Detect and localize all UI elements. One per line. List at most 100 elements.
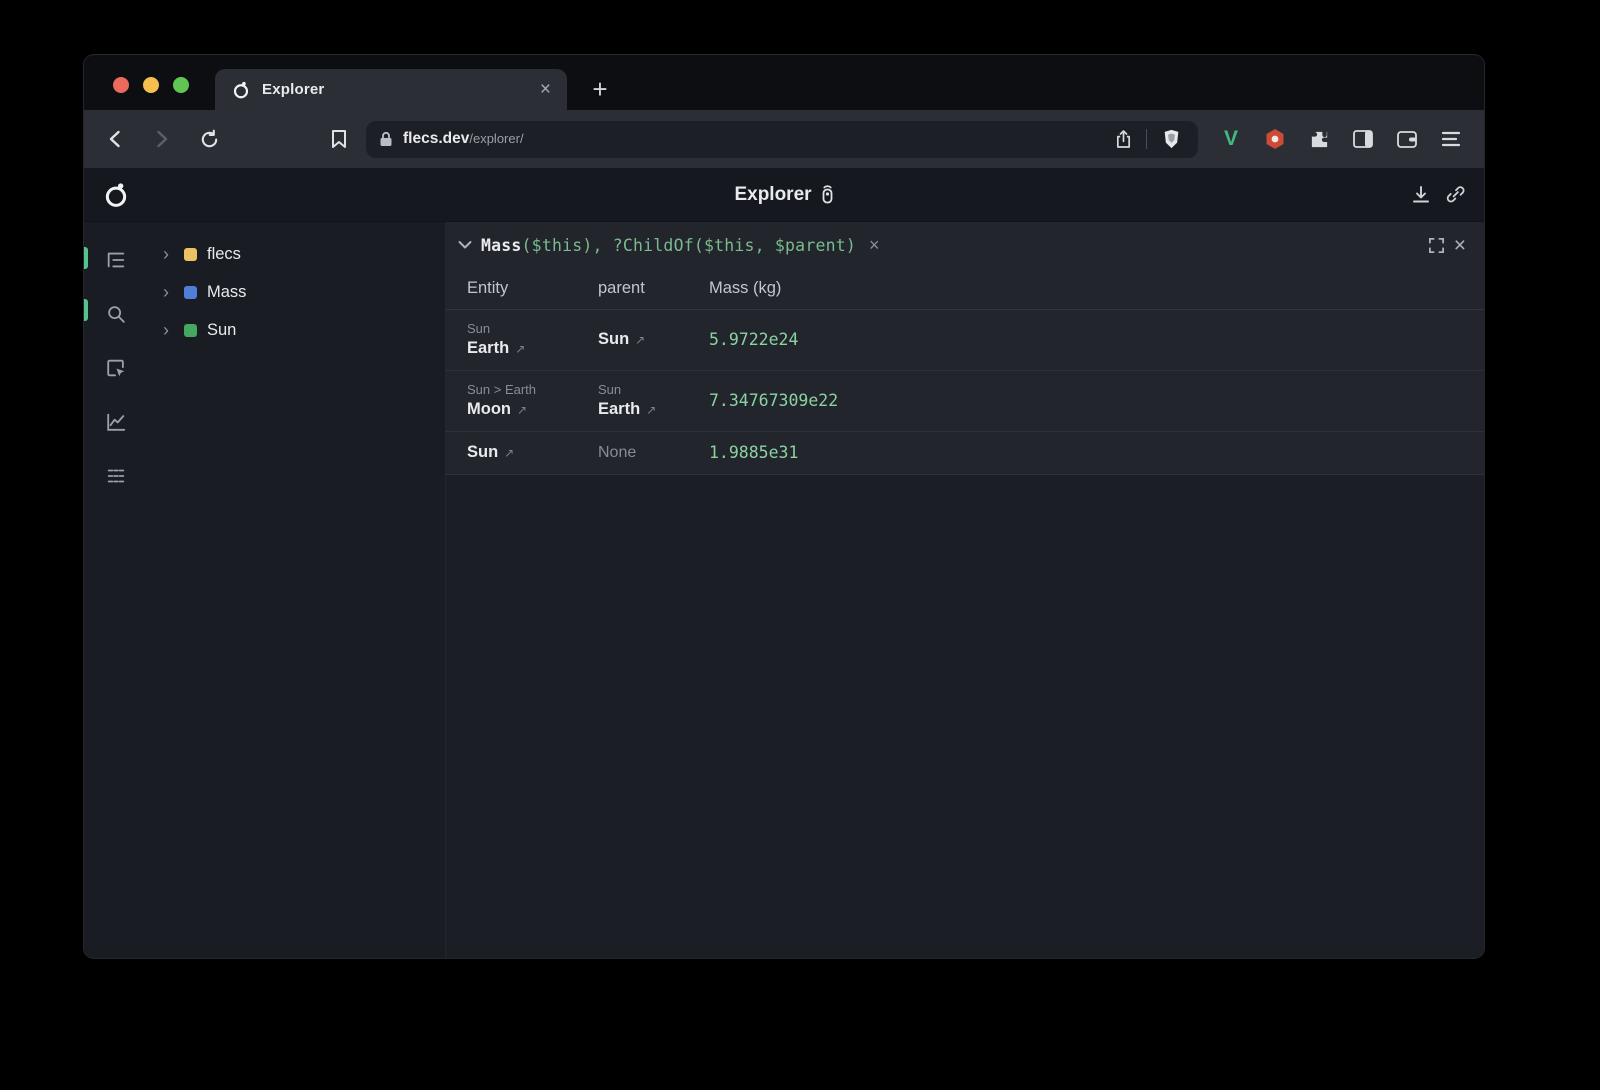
expand-chevron-icon[interactable]: › xyxy=(163,283,174,301)
link-icon[interactable] xyxy=(1445,184,1466,205)
column-header: parent xyxy=(598,279,709,298)
tree-item-mass[interactable]: › Mass xyxy=(163,273,445,311)
goto-entity-icon: ↗ xyxy=(517,403,527,417)
goto-entity-icon: ↗ xyxy=(635,333,645,347)
wallet-icon[interactable] xyxy=(1388,122,1426,156)
url-path: /explorer/ xyxy=(469,131,523,146)
screenshot-stage: Explorer × + xyxy=(0,0,1600,1090)
mass-value: 5.9722e24 xyxy=(709,330,1484,349)
column-header: Mass (kg) xyxy=(709,279,1484,298)
tab-strip: Explorer × + xyxy=(84,55,1484,110)
entity-color-swatch xyxy=(184,324,197,337)
goto-entity-icon: ↗ xyxy=(515,342,525,356)
entity-name: Earth xyxy=(467,339,509,358)
tree-item-label: flecs xyxy=(207,245,241,264)
parent-link[interactable]: Earth ↗ xyxy=(598,400,709,419)
minimize-window-button[interactable] xyxy=(143,77,159,93)
query-segment: ?ChildOf xyxy=(613,236,694,255)
mass-value: 1.9885e31 xyxy=(709,443,1484,462)
forward-button[interactable] xyxy=(145,122,179,156)
page-title: Explorer xyxy=(734,184,811,206)
explorer-header: Explorer xyxy=(84,168,1484,222)
query-clear-icon[interactable]: × xyxy=(869,235,880,256)
entity-path: Sun xyxy=(467,321,598,336)
connection-status-icon xyxy=(821,185,834,204)
download-icon[interactable] xyxy=(1411,185,1431,205)
vue-devtools-icon[interactable]: V xyxy=(1212,122,1250,156)
reload-button[interactable] xyxy=(192,122,226,156)
tree-view-icon[interactable] xyxy=(103,247,129,273)
entity-link[interactable]: Earth ↗ xyxy=(467,339,598,358)
query-expression[interactable]: Mass($this), ?ChildOf($this, $parent) xyxy=(481,236,856,255)
tab-close-icon[interactable]: × xyxy=(540,80,551,99)
expand-chevron-icon[interactable]: › xyxy=(163,321,174,339)
flecs-logo xyxy=(102,181,130,209)
left-icon-rail xyxy=(84,222,148,958)
entity-path: Sun > Earth xyxy=(467,382,598,397)
table-row: Sun > Earth Moon ↗ Sun Earth ↗ 7.34767309e22 xyxy=(446,371,1484,432)
flecs-favicon xyxy=(231,80,251,100)
close-panel-icon[interactable]: × xyxy=(1454,235,1466,256)
brave-shields-icon[interactable] xyxy=(1157,122,1185,156)
parent-name: Earth xyxy=(598,400,640,419)
browser-tab-explorer[interactable]: Explorer × xyxy=(215,69,567,110)
extensions-puzzle-icon[interactable] xyxy=(1300,122,1338,156)
tab-title: Explorer xyxy=(262,81,529,98)
parent-value: None xyxy=(598,444,709,462)
bookmark-icon[interactable] xyxy=(322,122,356,156)
rail-active-indicator xyxy=(84,247,88,269)
result-table-body: SunEarth↗Sun↗5.9722e24Sun > EarthMoon↗Su… xyxy=(446,310,1484,475)
query-segment: ($this), xyxy=(522,236,613,255)
query-panel: Mass($this), ?ChildOf($this, $parent) × … xyxy=(446,222,1484,475)
tree-item-flecs[interactable]: › flecs xyxy=(163,235,445,273)
new-tab-button[interactable]: + xyxy=(582,71,618,107)
sidebar-toggle-icon[interactable] xyxy=(1344,122,1382,156)
memory-icon[interactable] xyxy=(103,463,129,489)
entity-name: Sun xyxy=(467,443,498,462)
url-domain: flecs.dev xyxy=(403,130,469,147)
traffic-lights xyxy=(113,77,189,93)
entity-name: Moon xyxy=(467,400,511,419)
query-area: Mass($this), ?ChildOf($this, $parent) × … xyxy=(445,222,1484,958)
chevron-down-icon[interactable] xyxy=(458,240,472,250)
goto-entity-icon: ↗ xyxy=(646,403,656,417)
query-segment: Mass xyxy=(481,236,522,255)
extensions-group: V xyxy=(1212,122,1470,156)
fullscreen-icon[interactable] xyxy=(1428,237,1445,254)
parent-name: Sun xyxy=(598,330,629,349)
menu-icon[interactable] xyxy=(1432,122,1470,156)
inspect-icon[interactable] xyxy=(103,355,129,381)
app-body: ›flecs›Mass›Sun Mass($this), ?ChildOf($t… xyxy=(84,222,1484,958)
parent-path: Sun xyxy=(598,382,709,397)
secure-lock-icon xyxy=(379,131,393,147)
tree-item-label: Mass xyxy=(207,283,246,302)
entity-color-swatch xyxy=(184,286,197,299)
address-bar[interactable]: flecs.dev/explorer/ xyxy=(366,121,1198,158)
expand-chevron-icon[interactable]: › xyxy=(163,245,174,263)
table-row: Sun Earth ↗ Sun ↗ 5.9722e24 xyxy=(446,310,1484,371)
entity-color-swatch xyxy=(184,248,197,261)
browser-window: Explorer × + xyxy=(84,55,1484,958)
share-icon[interactable] xyxy=(1110,122,1136,156)
tree-item-sun[interactable]: ›Sun xyxy=(163,311,445,349)
entity-tree-panel: › flecs › Mass ›Sun xyxy=(148,222,445,958)
rail-active-indicator xyxy=(84,299,88,321)
close-window-button[interactable] xyxy=(113,77,129,93)
hexagon-extension-icon[interactable] xyxy=(1256,122,1294,156)
browser-toolbar: flecs.dev/explorer/ V xyxy=(84,110,1484,168)
table-row: Sun ↗ None1.9885e31 xyxy=(446,432,1484,475)
url-text: flecs.dev/explorer/ xyxy=(403,130,1100,148)
goto-entity-icon: ↗ xyxy=(504,446,514,460)
query-header: Mass($this), ?ChildOf($this, $parent) × … xyxy=(446,222,1484,268)
mass-value: 7.34767309e22 xyxy=(709,391,1484,410)
result-table-header: EntityparentMass (kg) xyxy=(446,268,1484,310)
search-icon[interactable] xyxy=(103,301,129,327)
chart-icon[interactable] xyxy=(103,409,129,435)
column-header: Entity xyxy=(467,279,598,298)
query-segment: ($this, $parent) xyxy=(694,236,856,255)
zoom-window-button[interactable] xyxy=(173,77,189,93)
back-button[interactable] xyxy=(98,122,132,156)
entity-link[interactable]: Sun ↗ xyxy=(467,443,598,462)
entity-link[interactable]: Moon ↗ xyxy=(467,400,598,419)
parent-link[interactable]: Sun ↗ xyxy=(598,330,709,349)
